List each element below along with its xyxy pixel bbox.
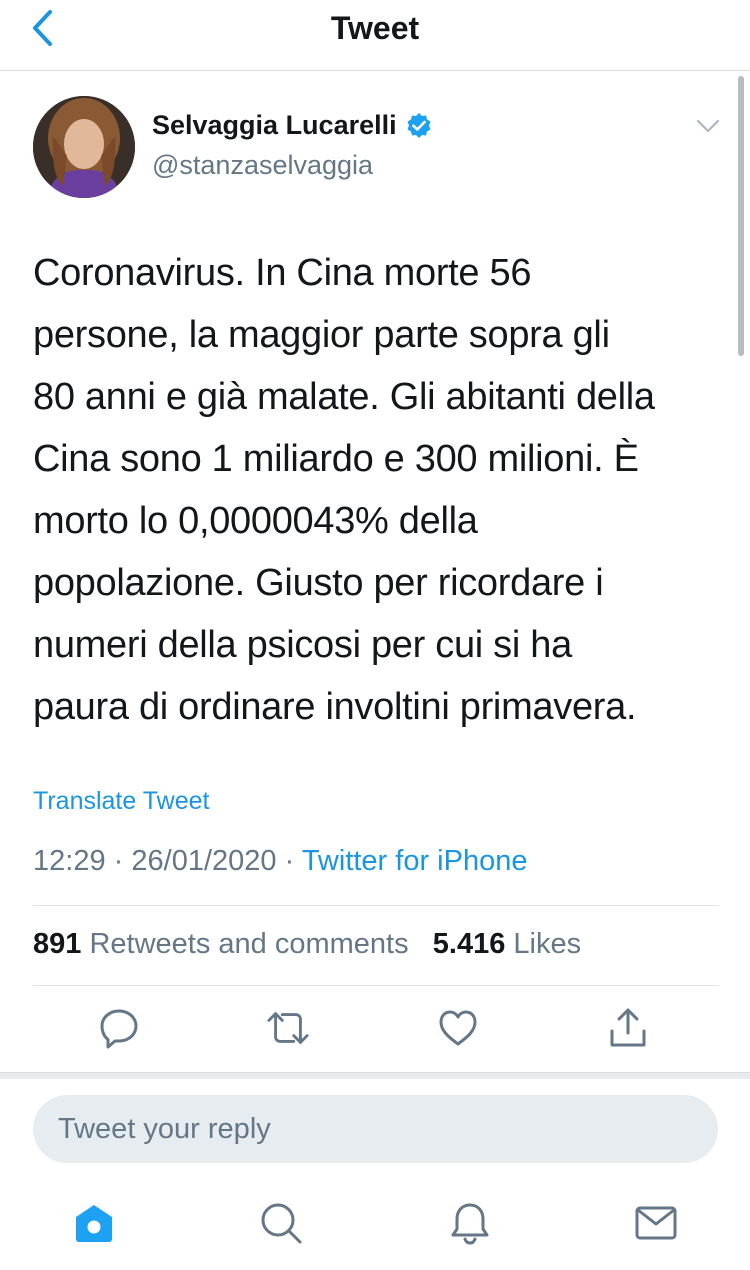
tab-bar <box>0 1195 750 1265</box>
section-divider <box>0 1072 750 1079</box>
avatar[interactable] <box>33 96 135 198</box>
home-icon <box>76 1205 112 1242</box>
tweet-actions <box>0 1005 750 1055</box>
retweets-label: Retweets and comments <box>89 928 409 960</box>
meta-separator: · <box>113 845 124 877</box>
more-options-button[interactable] <box>694 112 722 140</box>
likes-stat[interactable]: 5.416 Likes <box>433 928 581 960</box>
tab-messages[interactable] <box>632 1199 680 1247</box>
reply-input[interactable] <box>33 1095 718 1163</box>
translate-tweet-link[interactable]: Translate Tweet <box>33 787 209 816</box>
author-name-text: Selvaggia Lucarelli <box>152 110 397 140</box>
tweet-date: 26/01/2020 <box>131 845 277 877</box>
reply-button[interactable] <box>97 1005 141 1051</box>
tweet-text: Coronavirus. In Cina morte 56 persone, l… <box>33 252 655 728</box>
verified-badge-icon <box>407 112 431 138</box>
share-icon <box>610 1008 646 1047</box>
meta-separator: · <box>284 845 295 877</box>
tweet-detail-screen: Tweet Selvaggia Lucarelli @stanzaselvagg… <box>0 0 750 1270</box>
messages-icon <box>635 1206 677 1240</box>
retweet-icon <box>267 1012 309 1044</box>
retweets-count: 891 <box>33 928 82 960</box>
like-icon <box>439 1010 477 1046</box>
divider <box>33 985 718 986</box>
tweet-meta: 12:29 · 26/01/2020 · Twitter for iPhone <box>33 845 527 878</box>
scrollbar[interactable] <box>738 76 744 356</box>
reply-icon <box>100 1009 138 1049</box>
like-button[interactable] <box>436 1005 480 1051</box>
likes-count: 5.416 <box>432 928 506 960</box>
tweet-client-link[interactable]: Twitter for iPhone <box>302 845 528 877</box>
tab-notifications[interactable] <box>446 1199 494 1247</box>
avatar-image <box>33 96 135 198</box>
tweet-stats: 891 Retweets and comments 5.416 Likes <box>33 928 581 961</box>
search-icon <box>261 1203 302 1244</box>
notifications-icon <box>451 1203 489 1245</box>
author-name[interactable]: Selvaggia Lucarelli <box>152 110 433 141</box>
share-button[interactable] <box>606 1005 650 1051</box>
tab-search[interactable] <box>257 1199 305 1247</box>
tab-home[interactable] <box>70 1199 118 1247</box>
reply-box <box>33 1095 718 1163</box>
likes-label: Likes <box>513 928 582 960</box>
tweet-time: 12:29 <box>33 845 106 877</box>
chevron-down-icon <box>696 119 720 133</box>
author-handle[interactable]: @stanzaselvaggia <box>152 150 373 181</box>
retweet-button[interactable] <box>266 1005 310 1051</box>
retweets-stat[interactable]: 891 Retweets and comments <box>33 928 409 960</box>
page-title: Tweet <box>330 10 420 46</box>
divider <box>33 905 718 906</box>
header: Tweet <box>0 0 750 71</box>
